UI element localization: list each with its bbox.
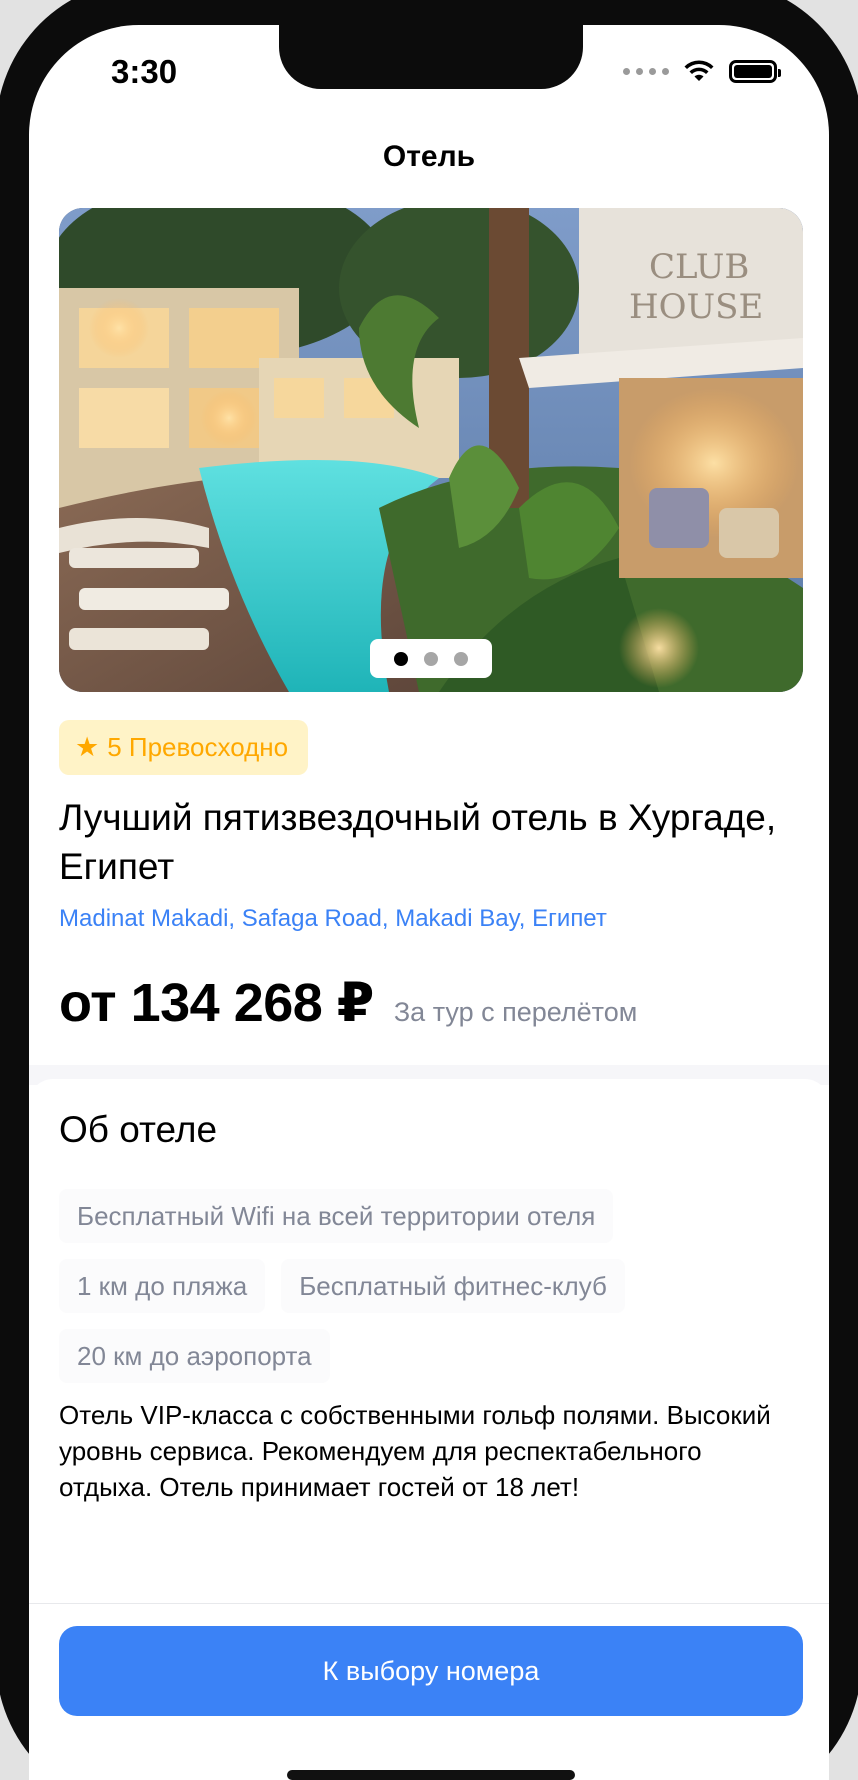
- amenity-tag: Бесплатный фитнес-клуб: [281, 1259, 625, 1313]
- page-dot-2[interactable]: [424, 651, 438, 666]
- rating-label: 5 Превосходно: [107, 732, 289, 762]
- amenity-tags: Бесплатный Wifi на всей территории отеля…: [59, 1189, 769, 1383]
- amenity-tag: 20 км до аэропорта: [59, 1329, 330, 1383]
- hotel-address-link[interactable]: Madinat Makadi, Safaga Road, Makadi Bay,…: [59, 905, 607, 933]
- hotel-description: Отель VIP-класса с собственными гольф по…: [59, 1400, 771, 1502]
- hotel-photo-carousel[interactable]: CLUB HOUSE: [59, 208, 803, 692]
- hotel-name: Лучший пятизвездочный отель в Хургаде, Е…: [59, 797, 777, 887]
- amenity-tag: Бесплатный Wifi на всей территории отеля: [59, 1189, 614, 1243]
- bottom-action-bar: К выбору номера: [29, 1603, 829, 1780]
- page-dot-1[interactable]: [394, 651, 408, 666]
- hotel-photo: CLUB HOUSE: [59, 208, 803, 692]
- device-stage: 3:30 Отель CLUB HOUSE ★ 5 Превосходно Лу…: [0, 0, 858, 1780]
- price-note: За тур с перелётом: [393, 997, 638, 1027]
- status-time: 3:30: [111, 53, 178, 90]
- phone-screen: 3:30 Отель CLUB HOUSE ★ 5 Превосходно Лу…: [29, 25, 829, 1780]
- rating-badge: ★ 5 Превосходно: [59, 720, 309, 775]
- camera-notch: [279, 25, 583, 89]
- signal-dots-icon: [623, 67, 669, 75]
- carousel-page-indicator[interactable]: [370, 639, 492, 678]
- amenity-tag: 1 км до пляжа: [59, 1259, 266, 1313]
- status-icons: [623, 59, 781, 83]
- wifi-icon: [684, 60, 714, 81]
- star-icon: ★: [75, 732, 100, 762]
- page-title: Отель: [382, 140, 476, 173]
- battery-icon: [729, 59, 781, 83]
- about-title: Об отеле: [59, 1109, 218, 1150]
- price-row: от 134 268 ₽ За тур с перелётом: [59, 971, 637, 1034]
- svg-text:CLUB: CLUB: [649, 247, 749, 287]
- price-value: от 134 268 ₽: [59, 973, 374, 1033]
- home-indicator[interactable]: [287, 1770, 575, 1780]
- choose-room-button[interactable]: К выбору номера: [59, 1626, 803, 1716]
- svg-text:HOUSE: HOUSE: [629, 287, 763, 327]
- page-dot-3[interactable]: [454, 651, 468, 666]
